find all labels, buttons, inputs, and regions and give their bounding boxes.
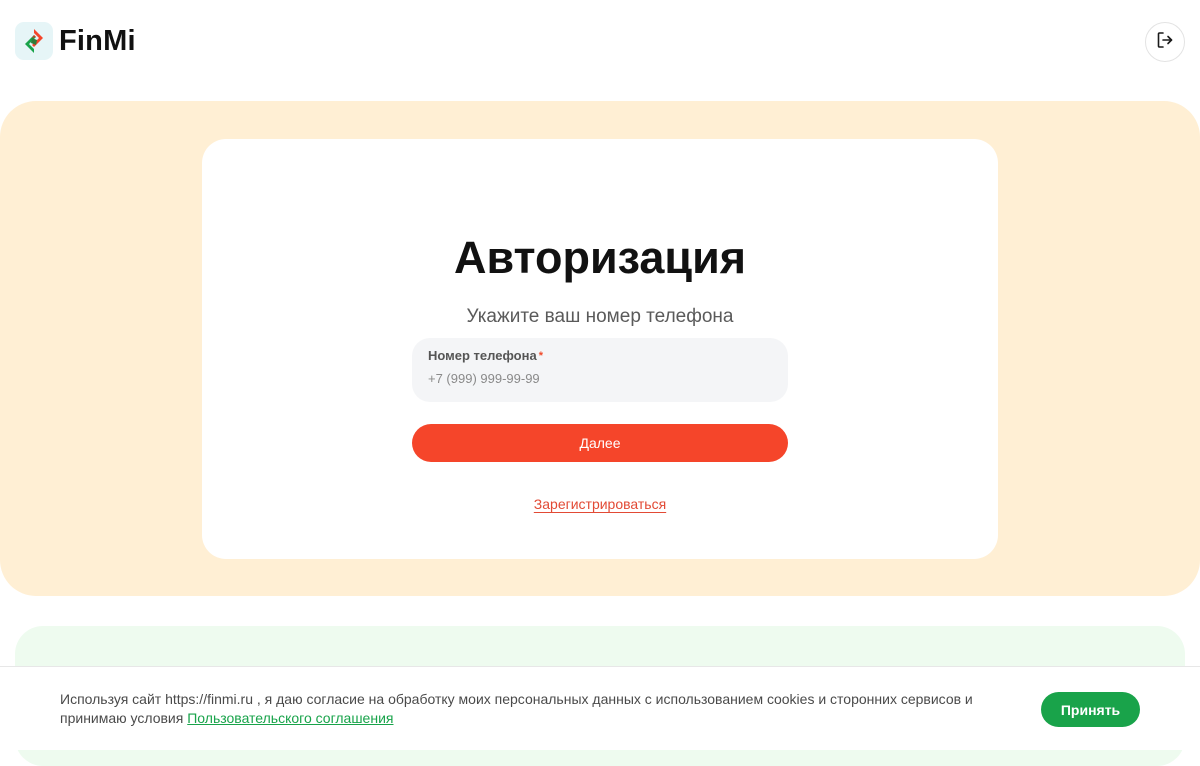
auth-section: Авторизация Укажите ваш номер телефона Н… [0,101,1200,596]
register-link[interactable]: Зарегистрироваться [534,496,666,512]
next-button[interactable]: Далее [412,424,788,462]
logout-icon [1155,30,1175,55]
cookie-banner: Используя сайт https://finmi.ru , я даю … [0,666,1200,750]
phone-input[interactable] [428,368,772,388]
required-mark: * [538,350,543,362]
phone-field[interactable]: Номер телефона * [412,338,788,402]
site-header: FinMi [0,0,1200,82]
auth-card: Авторизация Укажите ваш номер телефона Н… [202,139,998,559]
accept-cookies-button[interactable]: Принять [1041,692,1140,727]
brand-name: FinMi [59,24,136,57]
page-title: Авторизация [453,232,747,283]
cookie-text: Используя сайт https://finmi.ru , я даю … [60,690,990,728]
phone-field-label: Номер телефона * [428,348,772,364]
register-link-wrapper: Зарегистрироваться [202,495,998,513]
logo[interactable]: FinMi [15,22,136,60]
user-agreement-link[interactable]: Пользовательского соглашения [187,710,393,726]
phone-label-text: Номер телефона [428,348,537,363]
page-subtitle: Укажите ваш номер телефона [466,306,734,327]
finmi-logo-icon [15,22,53,60]
logout-button[interactable] [1145,22,1185,62]
